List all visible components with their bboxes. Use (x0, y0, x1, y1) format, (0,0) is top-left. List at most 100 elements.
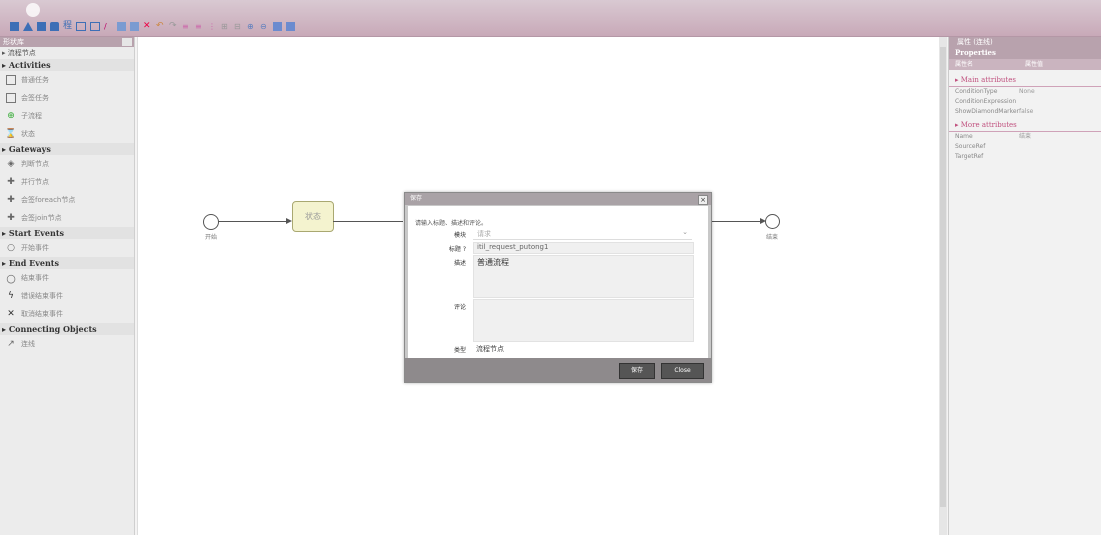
state-icon: ⌛ (5, 129, 17, 139)
canvas-scrollbar[interactable] (939, 37, 947, 535)
palette-item-label: 连线 (21, 340, 35, 348)
collapse-palette-icon[interactable] (122, 38, 132, 46)
section-label: Connecting Objects (8, 324, 97, 334)
connector-task-to-dialog[interactable] (333, 221, 403, 222)
comment-label: 评论 (453, 304, 466, 311)
zoom-fit-icon[interactable] (273, 22, 282, 31)
zoom-reset-icon[interactable] (286, 22, 295, 31)
palette-item-start-event[interactable]: ○ 开始事件 (0, 239, 134, 257)
title-input-value: itil_request_putong1 (477, 243, 549, 251)
palette-section-connecting-objects[interactable]: ▸ Connecting Objects (0, 323, 134, 335)
end-event-node[interactable] (765, 214, 780, 229)
align-left-icon[interactable]: ≡ (182, 22, 191, 31)
connector-to-end[interactable] (711, 221, 764, 222)
edit-icon[interactable] (90, 22, 100, 31)
distribute-icon[interactable]: ⋮ (208, 22, 217, 31)
more-attributes-group[interactable]: ▸ More attributes (949, 120, 1101, 132)
palette-title: 形状库 (3, 38, 24, 46)
connector-start-to-task[interactable] (218, 221, 290, 222)
shape-rect-icon[interactable] (37, 22, 46, 31)
ungroup-icon[interactable]: ⊟ (234, 22, 243, 31)
close-button[interactable]: Close (661, 363, 704, 379)
undo-icon[interactable]: ↶ (156, 22, 165, 31)
palette-item-decision[interactable]: ◈ 判断节点 (0, 155, 134, 173)
palette-item-foreach[interactable]: ✚ 会签foreach节点 (0, 191, 134, 209)
paste-icon[interactable] (130, 22, 139, 31)
copy-icon[interactable] (117, 22, 126, 31)
property-row[interactable]: ConditionExpression (949, 97, 1101, 107)
palette-item-task[interactable]: 普通任务 (0, 71, 134, 89)
palette-item-countersign-task[interactable]: 会签任务 (0, 89, 134, 107)
palette-item-label: 结束事件 (21, 274, 49, 282)
palette-item-label: 错误结束事件 (21, 292, 63, 300)
property-value[interactable]: false (1019, 107, 1033, 117)
chevron-down-icon: ⌄ (682, 228, 688, 236)
properties-columns: 属性名 属性值 (949, 59, 1101, 70)
redo-icon[interactable]: ↷ (169, 22, 178, 31)
property-name: ConditionExpression (955, 98, 1017, 105)
title-label: 标题 ? (448, 246, 466, 253)
property-row[interactable]: ConditionType None (949, 87, 1101, 97)
palette-item-label: 判断节点 (21, 160, 49, 168)
property-row[interactable]: SourceRef (949, 142, 1101, 152)
palette-item-connector[interactable]: ↗ 连线 (0, 335, 134, 353)
cancel-end-icon: ✕ (7, 309, 15, 319)
module-label: 模块 (453, 232, 466, 239)
palette-item-label: 会签foreach节点 (21, 196, 76, 204)
palette-section-activities[interactable]: ▸ Activities (0, 59, 134, 71)
shape-triangle-icon[interactable] (23, 22, 33, 31)
palette-item-error-end[interactable]: ϟ 错误结束事件 (0, 287, 134, 305)
property-row[interactable]: Name 结束 (949, 132, 1101, 142)
scrollbar-thumb[interactable] (940, 47, 946, 507)
description-textarea[interactable]: 普通流程 (473, 255, 694, 298)
comment-textarea[interactable] (473, 299, 694, 342)
property-row[interactable]: ShowDiamondMarker false (949, 107, 1101, 117)
properties-title: 属性 (连线) (949, 37, 1101, 47)
delete-icon[interactable]: ✕ (143, 22, 152, 31)
palette-item-cancel-end[interactable]: ✕ 取消结束事件 (0, 305, 134, 323)
palette-item-end-event[interactable]: ○ 结束事件 (0, 269, 134, 287)
type-label: 类型 (453, 347, 466, 354)
palette-section-end-events[interactable]: ▸ End Events (0, 257, 134, 269)
main-attributes-group[interactable]: ▸ Main attributes (949, 75, 1101, 87)
zoom-in-icon[interactable]: ⊕ (247, 22, 256, 31)
exclusive-gateway-icon: ◈ (7, 159, 15, 169)
palette-item-label: 并行节点 (21, 178, 49, 186)
end-event-label: 结束 (766, 234, 779, 241)
main-toolbar: 程 / ✕ ↶ ↷ ≡ ≡ ⋮ ⊞ ⊟ ⊕ ⊖ (0, 0, 1101, 37)
zoom-out-icon[interactable]: ⊖ (260, 22, 269, 31)
text-icon[interactable]: 程 (63, 22, 72, 31)
grid-icon[interactable] (76, 22, 86, 31)
property-name: SourceRef (955, 143, 986, 150)
align-center-icon[interactable]: ≡ (195, 22, 204, 31)
pencil-icon[interactable]: / (104, 22, 113, 31)
error-end-icon: ϟ (8, 291, 14, 301)
close-icon[interactable]: × (698, 195, 708, 205)
palette-item-subprocess[interactable]: ⊕ 子流程 (0, 107, 134, 125)
palette-item-parallel[interactable]: ✚ 并行节点 (0, 173, 134, 191)
property-value[interactable]: None (1019, 87, 1035, 97)
title-input[interactable]: itil_request_putong1 (473, 242, 694, 254)
module-select[interactable]: 请求 ⌄ (473, 228, 692, 240)
group-label: More attributes (960, 121, 1017, 129)
start-event-label: 开始 (205, 234, 218, 241)
dialog-title: 保存 (410, 195, 423, 202)
palette-item-state[interactable]: ⌛ 状态 (0, 125, 134, 143)
shape-square-icon[interactable] (10, 22, 19, 31)
palette-item-join[interactable]: ✚ 会签join节点 (0, 209, 134, 227)
dialog-titlebar[interactable]: 保存 × (405, 193, 711, 205)
palette-item-label: 会签任务 (21, 94, 49, 102)
group-icon[interactable]: ⊞ (221, 22, 230, 31)
save-button[interactable]: 保存 (619, 363, 655, 379)
property-row[interactable]: TargetRef (949, 152, 1101, 162)
shape-palette: 形状库 ▸ 流程节点 ▸ Activities 普通任务 会签任务 ⊕ 子流程 ⌛… (0, 37, 135, 535)
palette-section-gateways[interactable]: ▸ Gateways (0, 143, 134, 155)
subprocess-icon: ⊕ (7, 111, 15, 121)
start-event-node[interactable] (203, 214, 219, 230)
state-task-node[interactable]: 状态 (292, 201, 334, 232)
foreach-gateway-icon: ✚ (7, 195, 15, 205)
palette-section-start-events[interactable]: ▸ Start Events (0, 227, 134, 239)
section-label: End Events (8, 258, 59, 268)
property-value[interactable]: 结束 (1019, 132, 1031, 142)
shape-house-icon[interactable] (50, 22, 59, 31)
